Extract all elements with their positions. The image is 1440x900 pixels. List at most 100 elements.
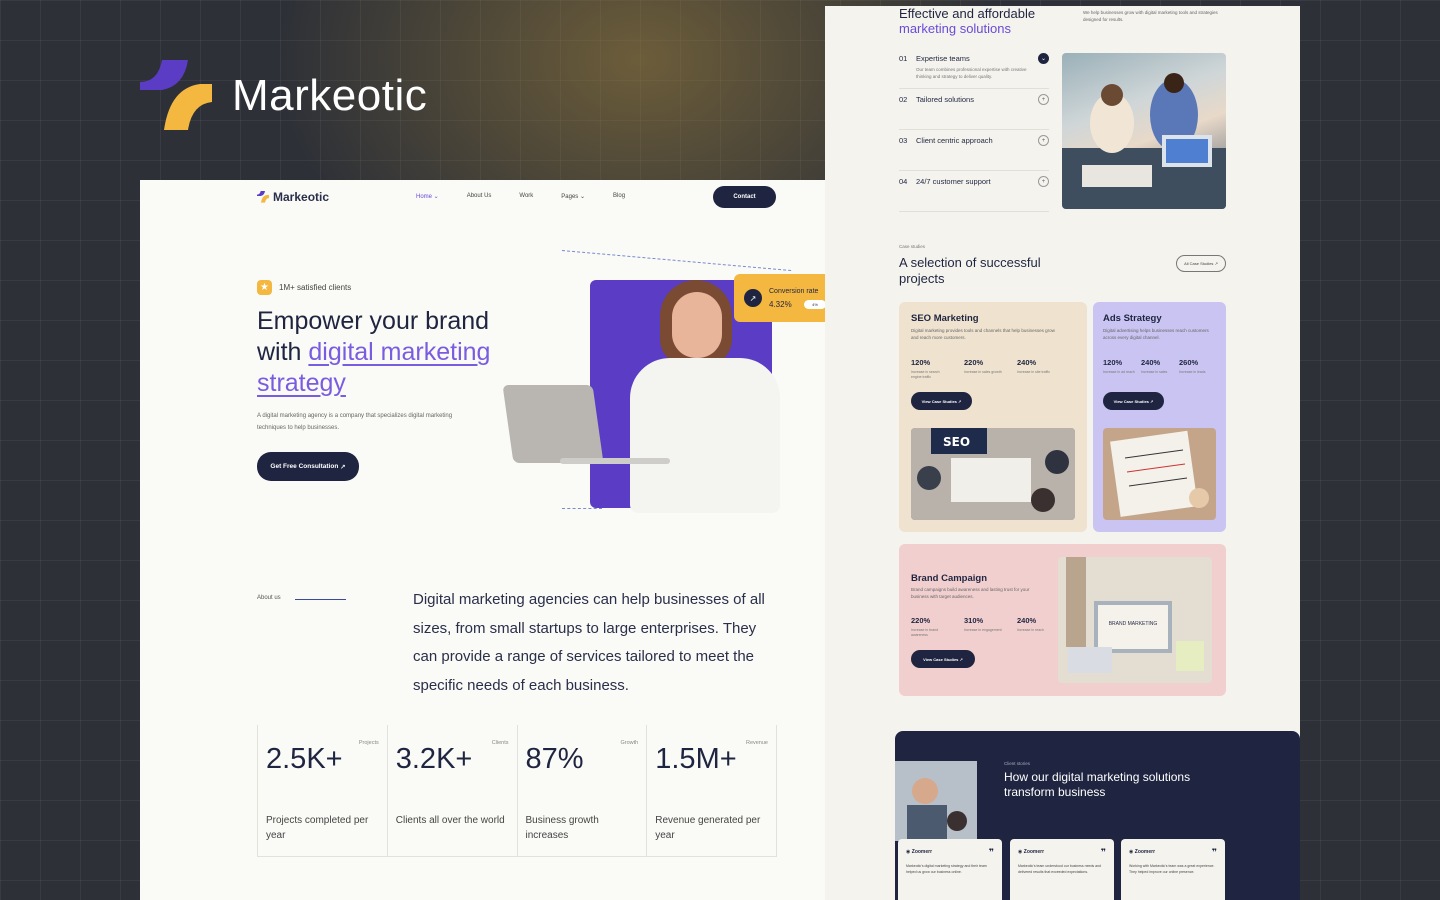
laptop-icon — [502, 385, 604, 463]
feature-list: 01 Expertise teams Our team combines pro… — [899, 48, 1049, 212]
markeotic-logo-icon — [140, 60, 212, 132]
stat-tag: Growth — [620, 740, 639, 746]
stat-description: Projects completed per year — [266, 815, 369, 841]
stat-tag: Revenue — [745, 740, 768, 746]
card-title: Brand Campaign — [911, 573, 988, 584]
hero-description: A digital marketing agency is a company … — [257, 413, 453, 431]
arrow-up-right-icon: ↗ — [1214, 261, 1218, 266]
team-meeting-photo — [1062, 53, 1226, 209]
testimonial-card: ◉ Zoomerr ❞ Markeotic's team understood … — [1010, 839, 1114, 900]
testimonial-card: ◉ Zoomerr ❞ Working with Markeotic's tea… — [1121, 839, 1225, 900]
card-stat: 220% Increase in sales growth — [964, 358, 1002, 374]
nav-link-blog[interactable]: Blog — [613, 193, 625, 200]
case-study-card-brand[interactable]: Brand Campaign Brand campaigns build awa… — [899, 544, 1226, 696]
card-stat: 310% Increase in engagement — [964, 616, 1002, 632]
card-title: Ads Strategy — [1103, 313, 1162, 324]
stat-value: 1.5M+ — [655, 743, 737, 775]
feature-label: 24/7 customer support — [916, 177, 991, 186]
client-brand: ◉ Zoomerr — [1018, 849, 1045, 855]
stat-projects: Projects 2.5K+ Projects completed per ye… — [257, 725, 387, 856]
chevron-down-icon[interactable]: ⌄ — [1038, 53, 1049, 64]
brand-header: Markeotic — [140, 60, 427, 132]
free-consultation-button[interactable]: Get Free Consultation ↗ — [257, 452, 359, 481]
card-stats: 220% Increase in brand awareness 310% Incr… — [911, 616, 1055, 638]
card-stat: 120% Increase in ad reach — [1103, 358, 1135, 374]
conversion-value: 4.32% — [769, 300, 792, 309]
hero-badge-text: 1M+ satisfied clients — [279, 283, 352, 292]
person-body — [630, 358, 780, 513]
seo-team-photo: SEO — [911, 428, 1075, 520]
view-case-studies-button[interactable]: View Case Studies ↗ — [911, 650, 975, 668]
card-description: Digital advertising helps businesses rea… — [1103, 328, 1209, 340]
card-stat: 120% Increase in search engine traffic — [911, 358, 940, 379]
star-icon: ★ — [257, 280, 272, 295]
nav-link-pages[interactable]: Pages ⌄ — [561, 193, 585, 200]
card-stat: 220% Increase in brand awareness — [911, 616, 939, 637]
svg-text:SEO: SEO — [943, 435, 970, 449]
stats-row: Projects 2.5K+ Projects completed per ye… — [257, 725, 777, 857]
plus-icon[interactable]: + — [1038, 94, 1049, 105]
case-study-card-ads[interactable]: Ads Strategy Digital advertising helps b… — [1093, 302, 1226, 532]
card-description: Digital marketing provides tools and cha… — [911, 328, 1055, 340]
quote-icon: ❞ — [988, 847, 994, 857]
solutions-description: We help businesses grow with digital mar… — [1083, 10, 1218, 22]
nav-link-about[interactable]: About Us — [467, 193, 492, 200]
card-title: SEO Marketing — [911, 313, 979, 324]
quote-icon: ❞ — [1211, 847, 1217, 857]
nav-link-home[interactable]: Home ⌄ — [416, 193, 439, 200]
laptop-base — [560, 458, 670, 464]
hero-badge: ★ 1M+ satisfied clients — [257, 280, 351, 295]
card-stat: 260% Increase in leads — [1179, 358, 1206, 374]
stat-revenue: Revenue 1.5M+ Revenue generated per year — [646, 725, 777, 856]
testimonial-text: Working with Markeotic's team was a grea… — [1129, 864, 1215, 874]
client-brand: ◉ Zoomerr — [906, 849, 933, 855]
card-stat: 240% Increase in reach — [1017, 616, 1044, 632]
nav-link-work[interactable]: Work — [519, 193, 533, 200]
feature-description: Our team combines professional expertise… — [916, 67, 1027, 79]
feature-item[interactable]: 01 Expertise teams Our team combines pro… — [899, 48, 1049, 89]
feature-label: Tailored solutions — [916, 95, 974, 104]
feature-number: 01 — [899, 54, 908, 63]
nav-logo-text: Markeotic — [273, 190, 330, 204]
brainstorm-photo — [1103, 428, 1216, 520]
contact-button[interactable]: Contact — [713, 186, 776, 208]
stat-value: 3.2K+ — [395, 743, 473, 775]
stat-description: Business growth increases — [525, 815, 599, 841]
card-stats: 120% Increase in ad reach 240% Increase in… — [1103, 358, 1211, 375]
plus-icon[interactable]: + — [1038, 176, 1049, 187]
feature-item[interactable]: 04 24/7 customer support + — [899, 171, 1049, 212]
all-case-studies-button[interactable]: All Case Studies ↗ — [1176, 255, 1226, 272]
trend-up-icon: ↗ — [744, 289, 762, 307]
feature-item[interactable]: 02 Tailored solutions + — [899, 89, 1049, 130]
feature-item[interactable]: 03 Client centric approach + — [899, 130, 1049, 171]
main-nav: Home ⌄ About Us Work Pages ⌄ Blog — [416, 193, 625, 200]
landing-page-preview: Markeotic Home ⌄ About Us Work Pages ⌄ B… — [140, 180, 894, 900]
stat-tag: Clients — [491, 740, 509, 746]
brand-marketing-screen-text: BRAND MARKETING — [1108, 621, 1158, 627]
stat-tag: Projects — [358, 740, 379, 746]
projects-subtitle: Case studies — [899, 244, 926, 249]
about-divider — [295, 599, 346, 600]
case-study-card-seo[interactable]: SEO Marketing Digital marketing provides… — [899, 302, 1087, 532]
plus-icon[interactable]: + — [1038, 135, 1049, 146]
conversion-pill: 4% — [804, 300, 826, 309]
testimonial-text: Markeotic's digital marketing strategy a… — [906, 864, 987, 874]
conversion-label: Conversion rate — [769, 288, 819, 295]
brand-marketing-photo: BRAND MARKETING — [1058, 557, 1212, 683]
view-case-studies-button[interactable]: View Case Studies ↗ — [911, 392, 972, 410]
solutions-title: Effective and affordable marketing solut… — [899, 6, 1036, 36]
about-label: About us — [257, 595, 281, 601]
stat-value: 2.5K+ — [266, 743, 343, 775]
brand-name: Markeotic — [232, 71, 428, 120]
testimonials-title: How our digital marketing solutions tran… — [1004, 770, 1191, 799]
view-case-studies-button[interactable]: View Case Studies ↗ — [1103, 392, 1164, 410]
stat-description: Clients all over the world — [395, 815, 505, 826]
testimonials-subtitle: Client stories — [1004, 761, 1031, 766]
feature-number: 02 — [899, 95, 908, 104]
nav-logo[interactable]: Markeotic — [257, 190, 329, 204]
decorative-dashed-line — [561, 250, 792, 272]
stat-description: Revenue generated per year — [655, 815, 761, 841]
arrow-up-right-icon: ↗ — [340, 463, 346, 471]
person-face — [672, 292, 722, 358]
card-stat: 240% Increase in site traffic — [1017, 358, 1051, 374]
